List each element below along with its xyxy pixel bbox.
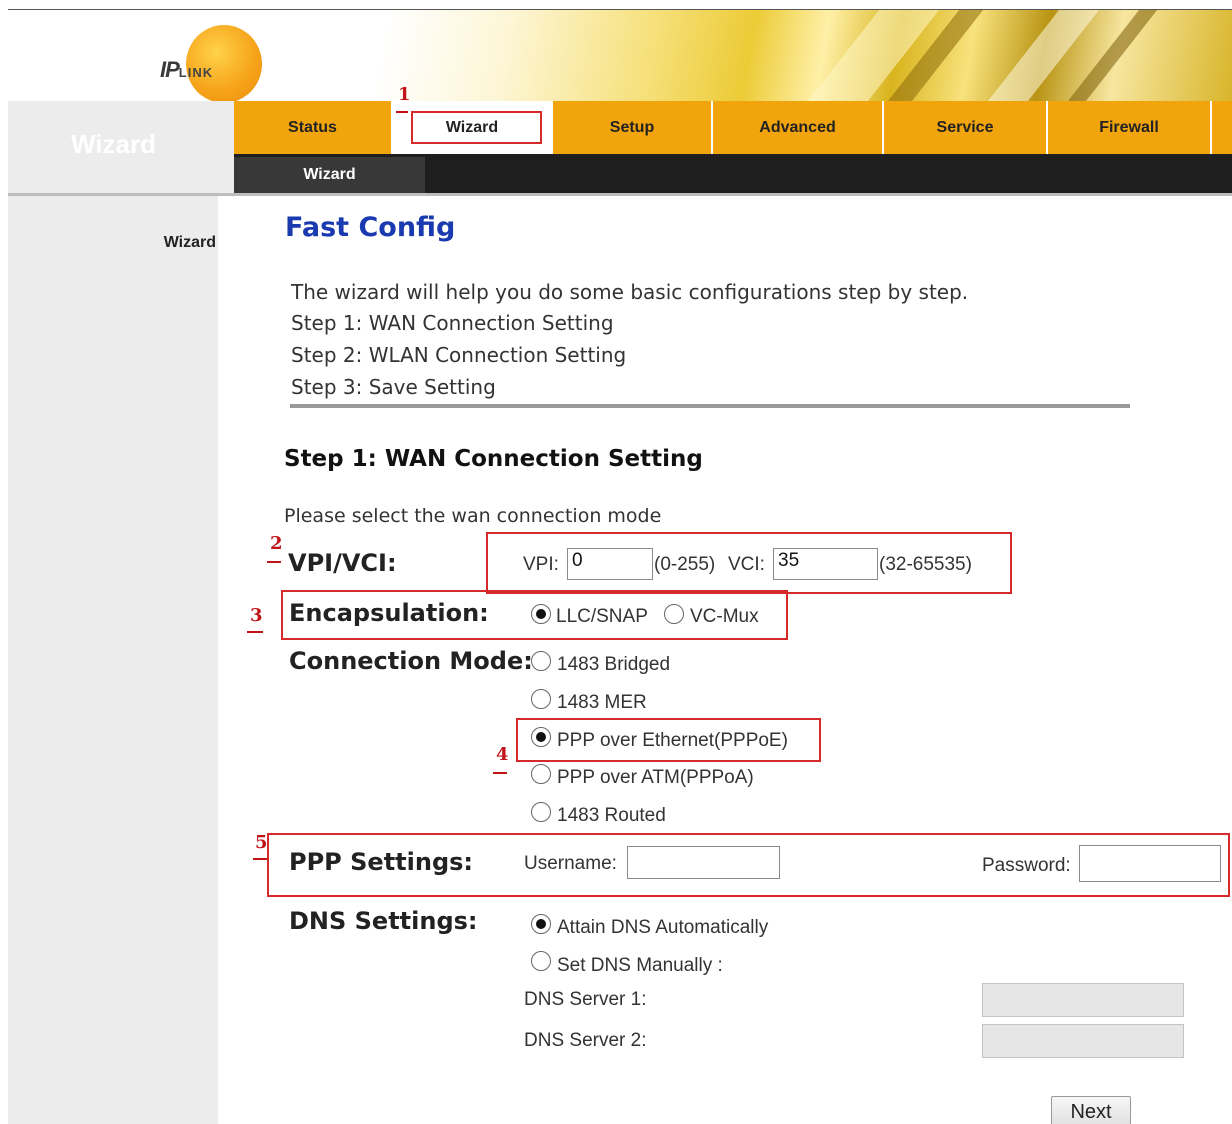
annotation-tick-2 [267, 561, 281, 563]
tab-service[interactable]: Service [884, 101, 1048, 154]
tab-setup[interactable]: Setup [553, 101, 713, 154]
section-header: Wizard [8, 101, 234, 193]
subtab-wizard[interactable]: Wizard [234, 157, 425, 193]
annotation-tick-5 [253, 858, 267, 860]
dns-server2-field[interactable] [982, 1024, 1184, 1058]
intro-divider [290, 404, 1130, 408]
dns-server1-label: DNS Server 1: [524, 989, 647, 1010]
mode-1483-mer-label: 1483 MER [557, 692, 647, 713]
intro-step-2: Step 2: WLAN Connection Setting [291, 343, 627, 367]
annotation-tick-1 [396, 111, 408, 113]
tab-advanced[interactable]: Advanced [713, 101, 884, 154]
annotation-number-4: 4 [496, 744, 509, 765]
annotation-box-3 [281, 590, 788, 640]
sidebar-item-wizard[interactable]: Wizard [164, 234, 216, 252]
connection-mode-label: Connection Mode: [289, 647, 533, 675]
mode-1483-bridged-radio[interactable] [531, 651, 551, 671]
mode-1483-routed-radio[interactable] [531, 802, 551, 822]
annotation-number-3: 3 [250, 605, 263, 626]
mode-pppoa-label: PPP over ATM(PPPoA) [557, 767, 754, 788]
annotation-number-1: 1 [398, 84, 411, 105]
dns-server1-field[interactable] [982, 983, 1184, 1017]
mode-pppoa-radio[interactable] [531, 764, 551, 784]
dns-manual-radio[interactable] [531, 951, 551, 971]
annotation-box-4 [516, 718, 821, 762]
annotation-number-2: 2 [270, 533, 283, 554]
dns-settings-label: DNS Settings: [289, 907, 478, 935]
section-header-title: Wizard [71, 129, 156, 159]
vpivci-label: VPI/VCI: [288, 549, 397, 577]
annotation-box-1 [411, 111, 542, 144]
tab-firewall[interactable]: Firewall [1048, 101, 1212, 154]
mode-prompt: Please select the wan connection mode [284, 505, 662, 527]
annotation-box-5 [267, 833, 1230, 897]
main-nav: Status Wizard Setup Advanced Service Fir… [234, 101, 1232, 154]
header-banner: IPLINK [20, 10, 1232, 101]
tab-status[interactable]: Status [234, 101, 393, 154]
intro-text: The wizard will help you do some basic c… [291, 280, 969, 304]
next-button[interactable]: Next [1051, 1096, 1131, 1124]
dns-auto-radio[interactable] [531, 914, 551, 934]
section-title: Step 1: WAN Connection Setting [284, 446, 703, 472]
sub-nav: Wizard [234, 154, 1232, 193]
dns-server2-label: DNS Server 2: [524, 1030, 647, 1051]
mode-1483-bridged-label: 1483 Bridged [557, 654, 671, 675]
annotation-number-5: 5 [255, 832, 268, 853]
page-title: Fast Config [285, 212, 456, 243]
annotation-tick-4 [493, 772, 507, 774]
tab-overflow[interactable] [1212, 101, 1232, 154]
intro-step-1: Step 1: WAN Connection Setting [291, 311, 614, 335]
mode-1483-routed-label: 1483 Routed [557, 805, 666, 826]
sidebar: Wizard [8, 196, 218, 1124]
intro-step-3: Step 3: Save Setting [291, 375, 496, 399]
annotation-tick-3 [247, 631, 263, 633]
brand-logo: IPLINK [160, 57, 214, 82]
dns-auto-label: Attain DNS Automatically [557, 917, 769, 938]
mode-1483-mer-radio[interactable] [531, 689, 551, 709]
dns-manual-label: Set DNS Manually : [557, 955, 723, 976]
annotation-box-2 [486, 532, 1012, 594]
